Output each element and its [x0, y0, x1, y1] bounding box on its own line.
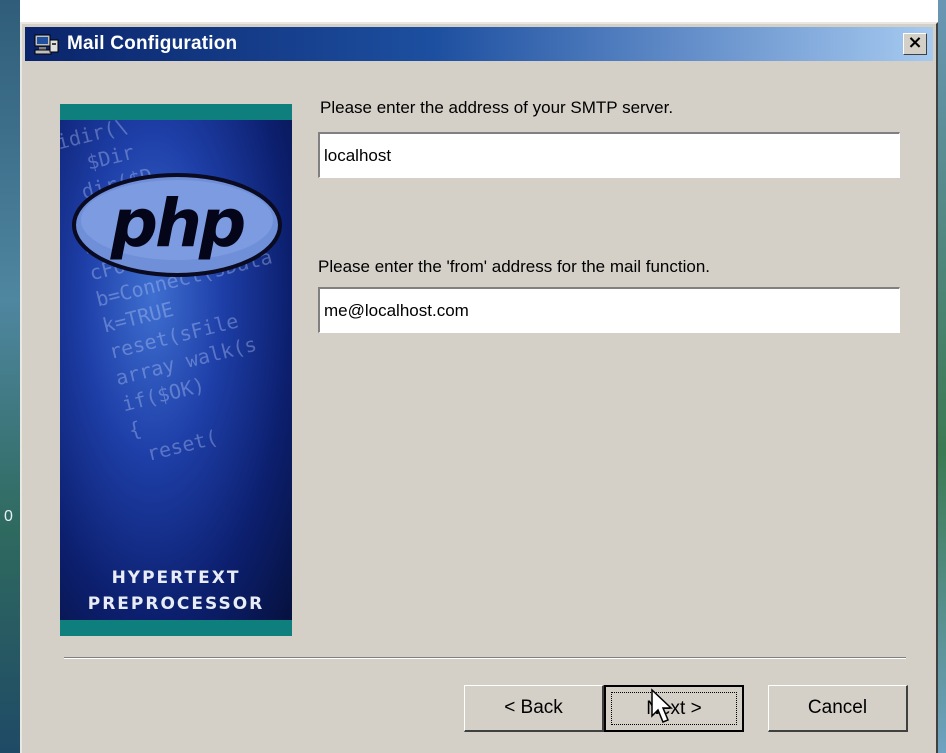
- from-address-label: Please enter the 'from' address for the …: [318, 257, 711, 276]
- cancel-button[interactable]: Cancel: [768, 685, 908, 732]
- title-bar[interactable]: Mail Configuration ×: [25, 27, 933, 61]
- desktop-background-left: 0: [0, 0, 20, 753]
- banner-caption-line2: PREPROCESSOR: [87, 594, 265, 614]
- mouse-pointer-icon: [651, 688, 673, 723]
- setup-computer-icon: [34, 34, 59, 55]
- close-icon: ×: [907, 32, 923, 53]
- from-address-input[interactable]: [318, 287, 900, 333]
- window-title: Mail Configuration: [67, 33, 238, 54]
- banner-background: idir(\ $Dir dir($D open(sfi while(s cFor…: [60, 120, 292, 620]
- back-button-label: < Back: [504, 697, 563, 718]
- back-button[interactable]: < Back: [464, 685, 604, 732]
- button-separator: [64, 657, 906, 659]
- close-button[interactable]: ×: [903, 33, 927, 55]
- php-banner-image: idir(\ $Dir dir($D open(sfi while(s cFor…: [60, 104, 292, 636]
- cancel-button-label: Cancel: [807, 697, 868, 718]
- php-logo-icon: php: [72, 173, 282, 277]
- smtp-server-input[interactable]: [318, 132, 900, 178]
- mail-configuration-dialog: Mail Configuration × idir(\ $Dir dir($D …: [20, 22, 938, 753]
- smtp-server-label: Please enter the address of your SMTP se…: [320, 98, 674, 117]
- php-logo-text: php: [110, 185, 244, 262]
- banner-caption-line1: HYPERTEXT: [111, 568, 241, 588]
- desktop-edge-text: 0: [4, 508, 13, 525]
- desktop-background-right: [938, 0, 946, 753]
